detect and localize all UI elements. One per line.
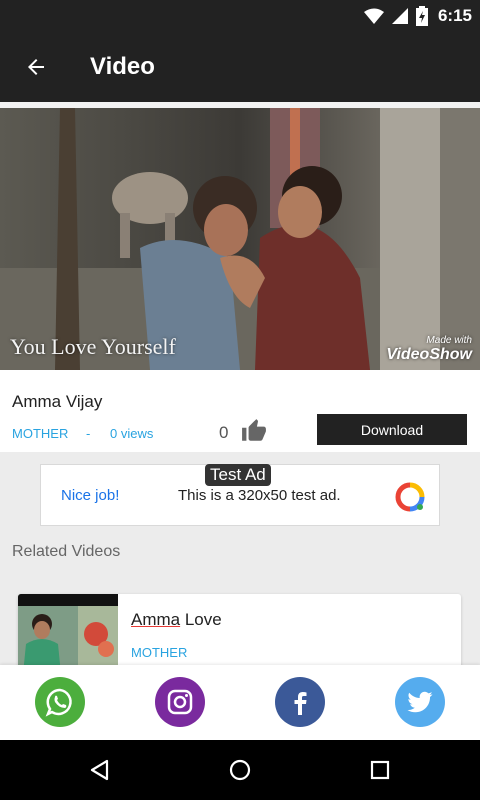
square-recents-icon [370, 760, 390, 780]
download-button[interactable]: Download [317, 414, 467, 445]
page-title: Video [90, 53, 155, 80]
app-bar: Video [0, 32, 480, 102]
battery-icon [415, 6, 428, 26]
nav-recents-button[interactable] [364, 754, 396, 786]
arrow-left-icon [28, 59, 44, 75]
like-count: 0 [219, 423, 229, 442]
related-video-card[interactable]: Amma Love MOTHER [18, 594, 461, 665]
instagram-icon [167, 689, 193, 715]
related-video-title: Amma Love [131, 610, 222, 630]
test-ad-label: Test Ad [205, 464, 271, 486]
separator: - [86, 426, 91, 441]
ad-logo-icon [395, 482, 425, 512]
circle-home-icon [229, 759, 251, 781]
video-still-image [0, 108, 480, 370]
whatsapp-share-button[interactable] [35, 677, 85, 727]
system-nav-bar [0, 740, 480, 800]
ad-body: This is a 320x50 test ad. [178, 487, 341, 504]
twitter-share-button[interactable] [395, 677, 445, 727]
share-bar [0, 665, 480, 740]
twitter-icon [407, 691, 433, 713]
video-watermark: Made with VideoShow [386, 335, 472, 364]
watermark-brand: VideoShow [386, 346, 472, 363]
related-video-title-part2: Love [180, 610, 222, 629]
video-caption: You Love Yourself [10, 334, 176, 359]
facebook-icon [294, 692, 307, 715]
signal-icon [391, 8, 408, 24]
wifi-icon [363, 8, 384, 24]
ad-headline: Nice job! [61, 487, 120, 504]
whatsapp-icon [45, 688, 72, 717]
related-video-thumbnail [18, 594, 118, 665]
facebook-share-button[interactable] [275, 677, 325, 727]
video-player[interactable]: You Love Yourself Made with VideoShow [0, 108, 480, 370]
like-button[interactable] [240, 418, 270, 446]
watermark-small: Made with [426, 335, 472, 346]
nav-home-button[interactable] [224, 754, 256, 786]
status-bar: 6:15 [0, 0, 480, 32]
triangle-back-icon [90, 759, 109, 781]
back-button[interactable] [16, 47, 56, 87]
video-info: Amma Vijay MOTHER - 0 views 0 Download [0, 370, 480, 452]
nav-back-button[interactable] [84, 754, 116, 786]
status-time: 6:15 [437, 6, 472, 25]
related-video-category: MOTHER [131, 645, 188, 660]
instagram-share-button[interactable] [155, 677, 205, 727]
view-count: 0 views [110, 426, 154, 441]
category-link[interactable]: MOTHER [12, 426, 68, 441]
related-video-title-part1: Amma [131, 610, 181, 629]
video-title: Amma Vijay [12, 392, 103, 411]
status-icons: 6:15 [363, 4, 472, 28]
related-heading: Related Videos [12, 543, 121, 560]
related-videos: Related Videos Amma Love MOTHER [0, 527, 480, 665]
thumbs-up-icon [242, 419, 266, 441]
